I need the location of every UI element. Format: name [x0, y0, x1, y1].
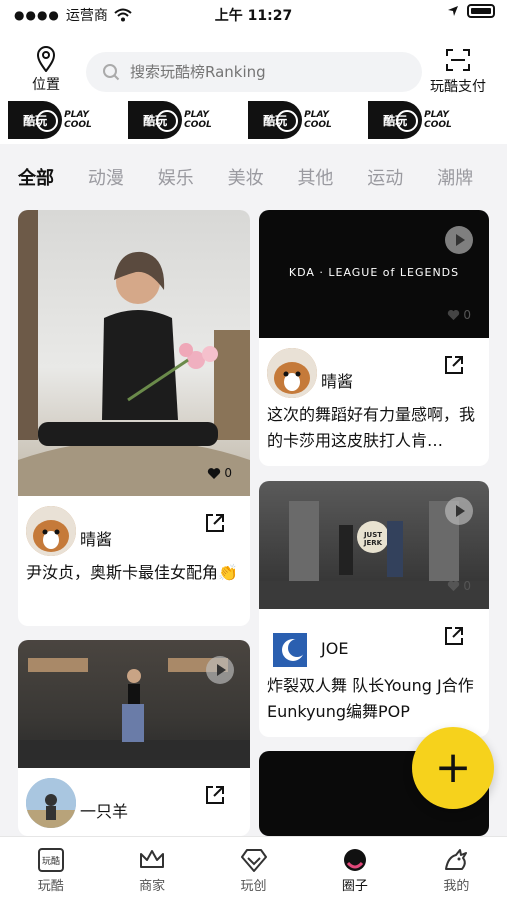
photo-illustration [18, 210, 250, 496]
heart-icon [208, 467, 221, 479]
nav-item-create[interactable]: 玩创 [203, 837, 304, 900]
banner-brand: PLAY COOL [304, 110, 332, 130]
location-label: 位置 [32, 77, 60, 93]
banner-brand: PLAY COOL [184, 110, 212, 130]
battery-icon [467, 4, 495, 18]
video-thumbnail [18, 640, 250, 768]
banner-item[interactable]: 酷玩 PLAY COOL [368, 100, 476, 140]
avatar[interactable] [26, 778, 76, 828]
post-card[interactable]: 一只羊 [18, 640, 250, 836]
tab-sports[interactable]: 运动 [367, 164, 437, 190]
nav-label: 玩创 [240, 879, 267, 894]
location-pin-icon [36, 46, 56, 72]
play-icon[interactable] [445, 226, 473, 254]
avatar[interactable] [273, 633, 307, 667]
post-card[interactable]: 0 晴酱 尹汝贞，奥斯卡最佳女配角👏 [18, 210, 250, 626]
nav-label: 我的 [443, 879, 470, 894]
search-icon [103, 64, 120, 81]
play-icon[interactable] [445, 497, 473, 525]
search-bar[interactable] [86, 52, 422, 92]
play-icon[interactable] [206, 656, 234, 684]
location-arrow-icon [448, 6, 458, 16]
post-card[interactable]: KDA · LEAGUE of LEGENDS 0 晴酱 这次的舞蹈好有力量感啊… [259, 210, 489, 466]
nav-label: 圈子 [341, 879, 368, 894]
author-name[interactable]: 晴酱 [321, 368, 353, 392]
author-name[interactable]: 晴酱 [80, 526, 112, 550]
tab-beauty[interactable]: 美妆 [228, 164, 298, 190]
location-button[interactable]: 位置 [24, 46, 68, 94]
post-author: JOE [259, 609, 489, 669]
video-caption: KDA · LEAGUE of LEGENDS [288, 266, 460, 279]
banner-item[interactable]: 酷玩 PLAY COOL [248, 100, 356, 140]
nav-label: 商家 [139, 879, 166, 894]
status-bar: ●●●● 运营商 上午 11:27 [0, 0, 507, 28]
circle-icon [343, 849, 366, 871]
video-thumbnail: JUST JERK 0 [259, 481, 489, 609]
scan-icon [446, 49, 470, 71]
share-icon[interactable] [204, 512, 226, 534]
clock: 上午 11:27 [214, 8, 293, 24]
post-author: 一只羊 [18, 768, 250, 828]
share-icon[interactable] [443, 625, 465, 647]
diamond-icon [240, 849, 267, 872]
crown-icon [140, 850, 165, 868]
category-tabs: 全部 动漫 娱乐 美妆 其他 运动 潮牌 [0, 150, 507, 204]
post-author: 晴酱 [259, 338, 489, 398]
post-author: 晴酱 [18, 496, 250, 556]
tab-trend[interactable]: 潮牌 [437, 164, 507, 190]
playcool-logo: 酷玩 [368, 101, 423, 139]
like-count[interactable]: 0 [207, 466, 232, 480]
playcool-logo: 酷玩 [8, 101, 63, 139]
video-thumbnail: KDA · LEAGUE of LEGENDS 0 [259, 210, 489, 338]
author-name[interactable]: JOE [321, 639, 348, 658]
top-header: 位置 玩酷支付 [0, 28, 507, 100]
avatar[interactable] [267, 348, 317, 398]
nav-label: 玩酷 [37, 879, 64, 894]
tab-entertainment[interactable]: 娱乐 [158, 164, 228, 190]
avatar[interactable] [26, 506, 76, 556]
plus-icon: + [434, 742, 472, 793]
post-text: 炸裂双人舞 队长Young J合作Eunkyung编舞POP [267, 676, 474, 721]
nav-item-wanku[interactable]: 玩酷 玩酷 [0, 837, 101, 900]
scan-pay-button[interactable]: 玩酷支付 [423, 48, 493, 96]
like-number: 0 [463, 308, 471, 322]
video-caption: JUST JERK [363, 531, 383, 547]
wanku-icon: 玩酷 [37, 848, 64, 872]
share-icon[interactable] [204, 784, 226, 806]
nav-item-circle[interactable]: 圈子 [304, 837, 405, 900]
playcool-logo: 酷玩 [248, 101, 303, 139]
banner-strip: 酷玩 PLAY COOL 酷玩 PLAY COOL 酷玩 PLAY COOL 酷… [0, 100, 507, 144]
banner-item[interactable]: 酷玩 PLAY COOL [8, 100, 116, 140]
nav-item-mine[interactable]: 我的 [406, 837, 507, 900]
dragon-icon [445, 849, 468, 870]
svg-text:玩酷: 玩酷 [42, 855, 60, 867]
heart-icon [448, 310, 460, 321]
post-text: 尹汝贞，奥斯卡最佳女配角👏 [26, 563, 238, 582]
tab-anime[interactable]: 动漫 [88, 164, 158, 190]
like-number: 0 [463, 579, 471, 593]
heart-icon [448, 581, 460, 592]
nav-item-merchant[interactable]: 商家 [101, 837, 202, 900]
like-number: 0 [224, 466, 232, 480]
bottom-nav: 玩酷 玩酷 商家 玩创 圈子 我的 [0, 836, 507, 900]
banner-brand: PLAY COOL [64, 110, 92, 130]
banner-brand: PLAY COOL [424, 110, 452, 130]
post-text: 这次的舞蹈好有力量感啊，我的卡莎用这皮肤打人肯… [267, 405, 476, 450]
create-post-button[interactable]: + [412, 727, 494, 809]
share-icon[interactable] [443, 354, 465, 376]
banner-item[interactable]: 酷玩 PLAY COOL [128, 100, 236, 140]
search-input[interactable] [130, 63, 400, 81]
post-card[interactable]: JUST JERK 0 JOE 炸裂双人舞 队长Young J合作Eunkyun… [259, 481, 489, 737]
author-name[interactable]: 一只羊 [80, 798, 128, 822]
pay-label: 玩酷支付 [430, 79, 486, 95]
playcool-logo: 酷玩 [128, 101, 183, 139]
like-count[interactable]: 0 [447, 308, 471, 322]
like-count[interactable]: 0 [447, 579, 471, 593]
post-image: 0 [18, 210, 250, 496]
tab-other[interactable]: 其他 [297, 164, 367, 190]
tab-all[interactable]: 全部 [18, 164, 88, 190]
